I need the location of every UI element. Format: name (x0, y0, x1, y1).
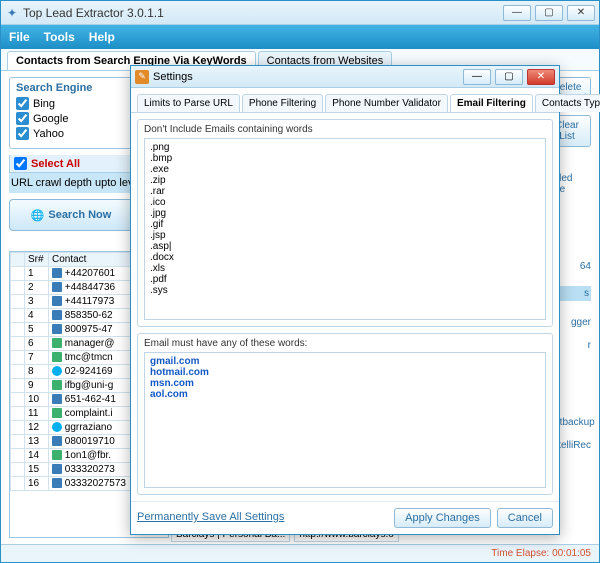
dialog-minimize-button[interactable]: — (463, 69, 491, 85)
contact-type-icon (52, 366, 62, 376)
contact-type-icon (52, 282, 62, 292)
dialog-title: Settings (153, 71, 463, 83)
contact-type-icon (52, 422, 62, 432)
main-titlebar: ✦ Top Lead Extractor 3.0.1.1 — ▢ ✕ (1, 1, 599, 25)
col-blank (11, 253, 25, 267)
exclude-words-textarea[interactable] (144, 138, 546, 320)
tab-phone-validator[interactable]: Phone Number Validator (325, 94, 448, 112)
globe-icon: 🌐 (31, 209, 45, 222)
contact-type-icon (52, 352, 62, 362)
contact-type-icon (52, 338, 62, 348)
cancel-button[interactable]: Cancel (497, 508, 553, 528)
dialog-buttons: Permanently Save All Settings Apply Chan… (131, 501, 559, 534)
contact-type-icon (52, 408, 62, 418)
checkbox-google-input[interactable] (16, 112, 29, 125)
dialog-close-button[interactable]: ✕ (527, 69, 555, 85)
tab-limits-parse-url[interactable]: Limits to Parse URL (137, 94, 240, 112)
menu-file[interactable]: File (9, 30, 30, 44)
contact-type-icon (52, 310, 62, 320)
tab-email-filtering[interactable]: Email Filtering (450, 94, 533, 112)
menubar: File Tools Help (1, 25, 599, 49)
checkbox-bing-input[interactable] (16, 97, 29, 110)
time-elapse: Time Elapse: 00:01:05 (491, 548, 591, 559)
dialog-maximize-button[interactable]: ▢ (495, 69, 523, 85)
contact-type-icon (52, 380, 62, 390)
save-settings-button[interactable]: Permanently Save All Settings (137, 508, 284, 528)
contact-type-icon (52, 478, 62, 488)
exclude-words-title: Don't Include Emails containing words (144, 124, 546, 135)
include-words-fieldset: Email must have any of these words: (137, 333, 553, 495)
tab-phone-filtering[interactable]: Phone Filtering (242, 94, 323, 112)
select-all-checkbox[interactable] (14, 157, 27, 170)
tab-contacts-types[interactable]: Contacts Types (535, 94, 600, 112)
statusbar: Time Elapse: 00:01:05 (1, 544, 599, 562)
settings-icon: ✎ (135, 70, 149, 84)
minimize-button[interactable]: — (503, 5, 531, 21)
dialog-window-controls: — ▢ ✕ (463, 69, 555, 85)
contact-type-icon (52, 450, 62, 460)
checkbox-yahoo-input[interactable] (16, 127, 29, 140)
contact-type-icon (52, 296, 62, 306)
search-now-button[interactable]: 🌐 Search Now (9, 199, 133, 231)
include-words-textarea[interactable] (144, 352, 546, 488)
contact-type-icon (52, 268, 62, 278)
include-words-title: Email must have any of these words: (144, 338, 546, 349)
contact-type-icon (52, 324, 62, 334)
dialog-tabs: Limits to Parse URL Phone Filtering Phon… (131, 88, 559, 113)
settings-dialog: ✎ Settings — ▢ ✕ Limits to Parse URL Pho… (130, 65, 560, 535)
exclude-words-fieldset: Don't Include Emails containing words (137, 119, 553, 327)
menu-tools[interactable]: Tools (44, 30, 75, 44)
apply-changes-button[interactable]: Apply Changes (394, 508, 491, 528)
main-window-controls: — ▢ ✕ (503, 5, 595, 21)
dialog-titlebar: ✎ Settings — ▢ ✕ (131, 66, 559, 88)
app-title: Top Lead Extractor 3.0.1.1 (23, 6, 503, 20)
contact-type-icon (52, 464, 62, 474)
menu-help[interactable]: Help (89, 30, 115, 44)
maximize-button[interactable]: ▢ (535, 5, 563, 21)
close-button[interactable]: ✕ (567, 5, 595, 21)
col-sr[interactable]: Sr# (25, 253, 49, 267)
dialog-content: Don't Include Emails containing words Em… (131, 113, 559, 501)
app-icon: ✦ (5, 6, 19, 20)
contact-type-icon (52, 436, 62, 446)
contact-type-icon (52, 394, 62, 404)
